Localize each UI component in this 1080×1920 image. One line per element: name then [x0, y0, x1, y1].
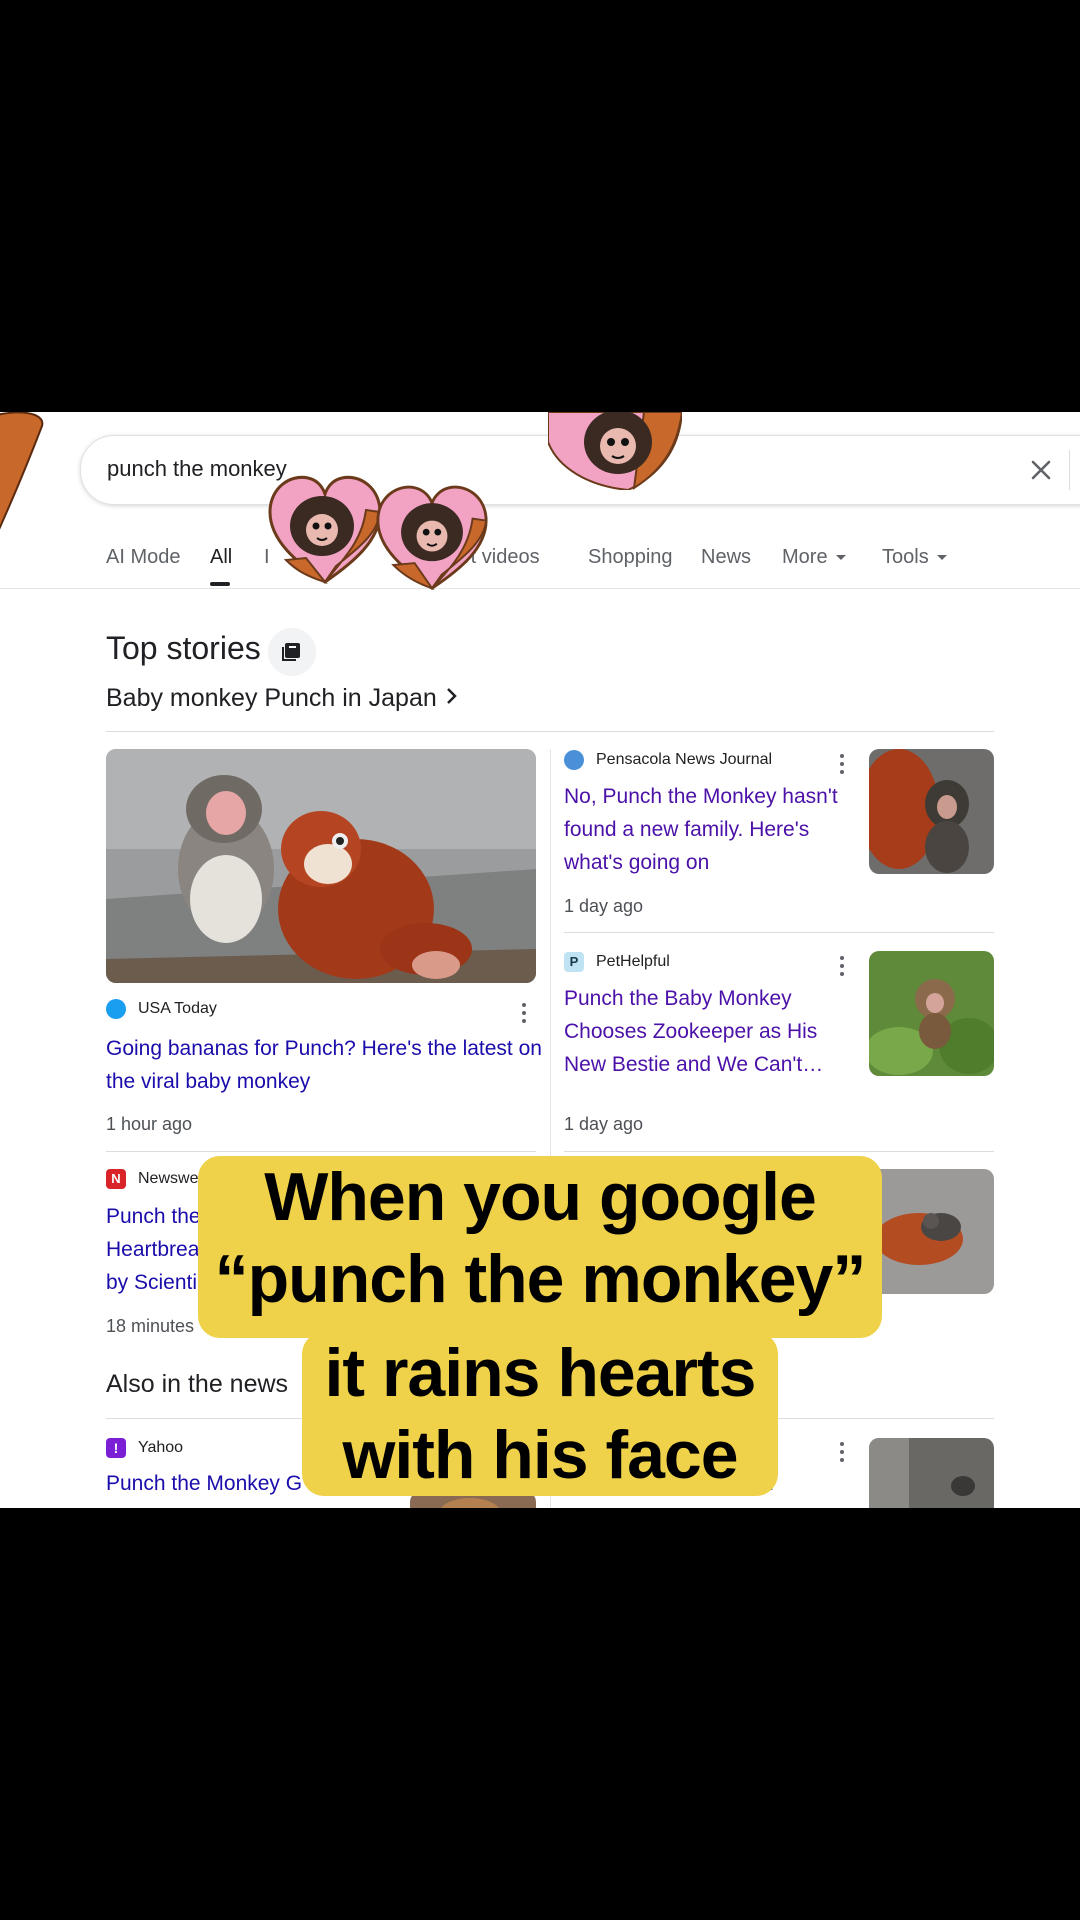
more-options-icon[interactable]: [839, 956, 845, 978]
also-story1-headline[interactable]: Punch the Monkey G: [106, 1467, 302, 1500]
search-divider: [1069, 450, 1070, 490]
newsweek-logo-icon: N: [106, 1169, 126, 1189]
topic-label: Baby monkey Punch in Japan: [106, 684, 437, 712]
divider: [106, 731, 994, 732]
story2-headline[interactable]: Punch the Baby Monkey Chooses Zookeeper …: [564, 982, 854, 1081]
caption-line-2: “punch the monkey”: [214, 1241, 867, 1317]
usa-today-logo-icon: [106, 999, 126, 1019]
main-story-age: 1 hour ago: [106, 1114, 193, 1134]
more-options-icon[interactable]: [839, 1442, 845, 1464]
tab-tools-label: Tools: [882, 546, 929, 568]
stories-menu-button[interactable]: [268, 628, 316, 676]
publisher-name: PetHelpful: [596, 953, 670, 971]
heart-sticker: [548, 412, 682, 490]
story2-publisher: P PetHelpful: [564, 952, 670, 972]
yahoo-logo-icon: !: [106, 1438, 126, 1458]
tab-more[interactable]: More: [782, 546, 846, 569]
story1-age: 1 day ago: [564, 896, 644, 916]
top-stories-title: Top stories: [106, 630, 261, 666]
publisher-name: Yahoo: [138, 1439, 184, 1457]
tab-all[interactable]: All: [210, 546, 232, 569]
chevron-right-icon: [446, 688, 457, 704]
caption-line-1: When you google: [264, 1159, 817, 1235]
story2-age: 1 day ago: [564, 1114, 644, 1134]
pensacola-logo-icon: [564, 750, 584, 770]
main-story-image[interactable]: [106, 749, 536, 983]
divider: [106, 1151, 536, 1152]
close-icon[interactable]: [1023, 452, 1059, 488]
story2-thumbnail[interactable]: [869, 951, 994, 1076]
story1-publisher: Pensacola News Journal: [564, 750, 772, 770]
stories-icon: [282, 643, 300, 661]
tab-news[interactable]: News: [701, 546, 751, 569]
publisher-name: USA Today: [138, 1000, 217, 1018]
publisher-name: Newswe: [138, 1170, 199, 1188]
more-options-icon[interactable]: [839, 754, 845, 776]
story3-headline-line2[interactable]: Heartbrea: [106, 1233, 199, 1266]
main-story-headline[interactable]: Going bananas for Punch? Here's the late…: [106, 1032, 546, 1098]
more-options-icon[interactable]: [521, 1003, 527, 1025]
caption-box-bottom: it rains hearts with his face: [302, 1332, 778, 1496]
story4-thumbnail[interactable]: [869, 1169, 994, 1294]
tab-ai-mode[interactable]: AI Mode: [106, 546, 180, 569]
story3-publisher: N Newswe: [106, 1169, 198, 1189]
divider: [564, 932, 994, 933]
heart-sticker: [268, 475, 382, 584]
story3-headline-line3[interactable]: by Scienti: [106, 1266, 197, 1299]
story3-headline-line1[interactable]: Punch the: [106, 1200, 201, 1233]
divider: [564, 1151, 994, 1152]
publisher-name: Pensacola News Journal: [596, 751, 773, 769]
heart-sticker: [376, 485, 488, 591]
main-story-publisher: USA Today: [106, 999, 217, 1019]
top-stories-topic-link[interactable]: Baby monkey Punch in Japan: [106, 684, 459, 713]
caption-line-4: with his face: [342, 1417, 738, 1493]
story1-thumbnail[interactable]: [869, 749, 994, 874]
caption-line-3: it rains hearts: [324, 1335, 757, 1411]
story1-headline[interactable]: No, Punch the Monkey hasn't found a new …: [564, 780, 854, 879]
pethelpful-logo-icon: P: [564, 952, 584, 972]
heart-sticker: [0, 412, 44, 530]
story3-age: 18 minutes: [106, 1316, 195, 1336]
tab-shopping[interactable]: Shopping: [588, 546, 673, 569]
also-story1-publisher: ! Yahoo: [106, 1438, 183, 1458]
caret-down-icon: [835, 555, 846, 561]
active-tab-indicator: [210, 582, 230, 586]
tab-tools[interactable]: Tools: [882, 546, 947, 569]
caret-down-icon: [936, 555, 947, 561]
also-story2-thumbnail[interactable]: [869, 1438, 994, 1508]
search-input[interactable]: punch the monkey: [107, 456, 287, 482]
caption-box-top: When you google “punch the monkey”: [198, 1156, 882, 1338]
also-in-news-title: Also in the news: [106, 1370, 289, 1398]
tab-more-label: More: [782, 546, 828, 568]
